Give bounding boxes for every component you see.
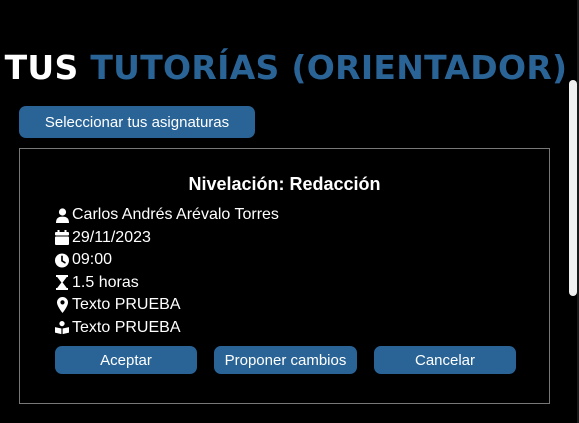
page-title: TUS TUTORÍAS (ORIENTADOR): [0, 48, 572, 88]
detail-time: 09:00: [55, 249, 279, 272]
cancel-button[interactable]: Cancelar: [374, 346, 516, 374]
detail-location: Texto PRUEBA: [55, 294, 279, 317]
select-subjects-button[interactable]: Seleccionar tus asignaturas: [19, 106, 255, 138]
detail-duration: 1.5 horas: [55, 272, 279, 295]
vertical-scrollbar[interactable]: [569, 80, 577, 296]
detail-tutor: Carlos Andrés Arévalo Torres: [55, 204, 279, 227]
propose-changes-button[interactable]: Proponer cambios: [214, 346, 357, 374]
clock-icon: [55, 252, 69, 268]
page-title-main: TUTORÍAS (ORIENTADOR): [90, 48, 568, 88]
page-title-prefix: TUS: [4, 48, 79, 88]
detail-text: 09:00: [72, 251, 113, 269]
accept-button[interactable]: Aceptar: [55, 346, 197, 374]
hourglass-icon: [55, 275, 69, 291]
calendar-icon: [55, 230, 69, 246]
user-icon: [55, 207, 69, 223]
tutoria-details: Carlos Andrés Arévalo Torres 29/11/2023: [55, 204, 279, 339]
book-reader-icon: [55, 320, 69, 336]
detail-description: Texto PRUEBA: [55, 317, 279, 340]
map-marker-icon: [55, 297, 69, 314]
detail-text: 29/11/2023: [72, 228, 151, 246]
detail-text: Texto PRUEBA: [72, 296, 181, 314]
tutoria-title: Nivelación: Redacción: [188, 174, 381, 194]
tutoria-card: Nivelación: Redacción Carlos Andrés Arév…: [19, 148, 550, 404]
detail-text: Carlos Andrés Arévalo Torres: [72, 206, 279, 224]
detail-text: 1.5 horas: [72, 273, 139, 291]
detail-date: 29/11/2023: [55, 227, 279, 250]
detail-text: Texto PRUEBA: [72, 318, 181, 336]
